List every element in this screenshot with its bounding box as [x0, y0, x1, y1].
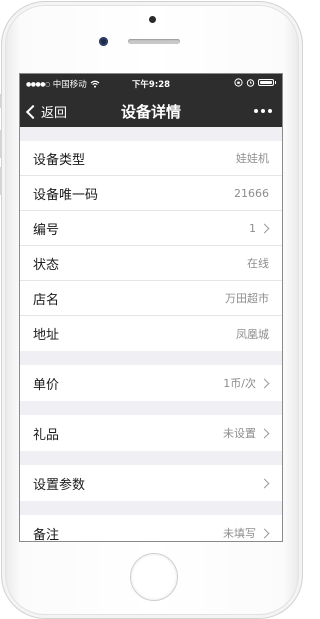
orientation-lock-icon	[233, 78, 243, 87]
nav-bar: 返回 设备详情	[20, 94, 282, 127]
row-value: 在线	[247, 257, 269, 270]
battery-tip	[274, 81, 276, 84]
back-chevron-icon	[25, 104, 41, 120]
proximity-sensor	[149, 16, 156, 23]
row-label: 设备唯一码	[33, 187, 99, 203]
remark-group: 备注 未填写	[20, 515, 282, 542]
row-label: 单价	[33, 377, 60, 393]
row-value: 万田超市	[225, 292, 269, 305]
section-gap	[20, 451, 282, 465]
chevron-right-icon	[259, 223, 270, 233]
row-label: 备注	[33, 527, 60, 542]
chevron-right-icon	[259, 378, 270, 388]
row-label: 编号	[33, 222, 60, 238]
home-button[interactable]	[130, 553, 178, 601]
volume-up-button	[0, 130, 2, 158]
gift-group: 礼品 未设置	[20, 415, 282, 451]
device-info-group: 设备类型 娃娃机 设备唯一码 21666 编号 1 状态 在线 店名 万田超市 …	[20, 141, 282, 351]
row-status: 状态 在线	[20, 246, 282, 281]
chevron-right-icon	[259, 478, 270, 488]
row-gift[interactable]: 礼品 未设置	[20, 415, 282, 451]
row-remark[interactable]: 备注 未填写	[20, 515, 282, 542]
row-settings[interactable]: 设置参数	[20, 465, 282, 501]
row-device-type: 设备类型 娃娃机	[20, 141, 282, 176]
row-value: 娃娃机	[236, 152, 269, 165]
chevron-right-icon	[259, 428, 270, 438]
section-gap	[20, 401, 282, 415]
row-store-name: 店名 万田超市	[20, 281, 282, 316]
back-button[interactable]: 返回	[25, 102, 68, 121]
row-value: 21666	[234, 186, 269, 200]
alarm-icon	[246, 79, 254, 87]
section-gap	[20, 501, 282, 515]
more-dots-icon[interactable]	[254, 109, 272, 113]
row-value: 未设置	[223, 427, 256, 440]
row-label: 礼品	[33, 427, 60, 443]
row-label: 店名	[33, 292, 60, 308]
volume-down-button	[0, 167, 2, 195]
back-label: 返回	[41, 106, 68, 121]
row-label: 设置参数	[33, 477, 86, 493]
battery-icon	[257, 79, 274, 86]
app-screen: ●●●●○ 中国移动 下午9:28 返回 设备详情 设备类型 娃娃机 设备唯一码…	[19, 73, 283, 542]
status-bar: ●●●●○ 中国移动 下午9:28	[20, 74, 282, 94]
row-value: 未填写	[223, 527, 256, 540]
row-price[interactable]: 单价 1币/次	[20, 365, 282, 401]
mute-switch	[0, 94, 2, 108]
row-number[interactable]: 编号 1	[20, 211, 282, 246]
row-value: 1	[249, 221, 256, 235]
row-device-id: 设备唯一码 21666	[20, 176, 282, 211]
settings-group: 设置参数	[20, 465, 282, 501]
front-camera	[99, 37, 108, 46]
row-label: 地址	[33, 328, 60, 343]
row-label: 状态	[33, 257, 60, 273]
row-address: 地址 凤凰城	[20, 316, 282, 351]
detail-list: 设备类型 娃娃机 设备唯一码 21666 编号 1 状态 在线 店名 万田超市 …	[20, 127, 282, 542]
earpiece-speaker	[128, 39, 180, 44]
chevron-right-icon	[259, 528, 270, 538]
price-group: 单价 1币/次	[20, 365, 282, 401]
section-gap	[20, 127, 282, 141]
section-gap	[20, 351, 282, 365]
row-value: 1币/次	[223, 377, 256, 390]
row-label: 设备类型	[33, 152, 86, 168]
row-value: 凤凰城	[236, 327, 269, 341]
